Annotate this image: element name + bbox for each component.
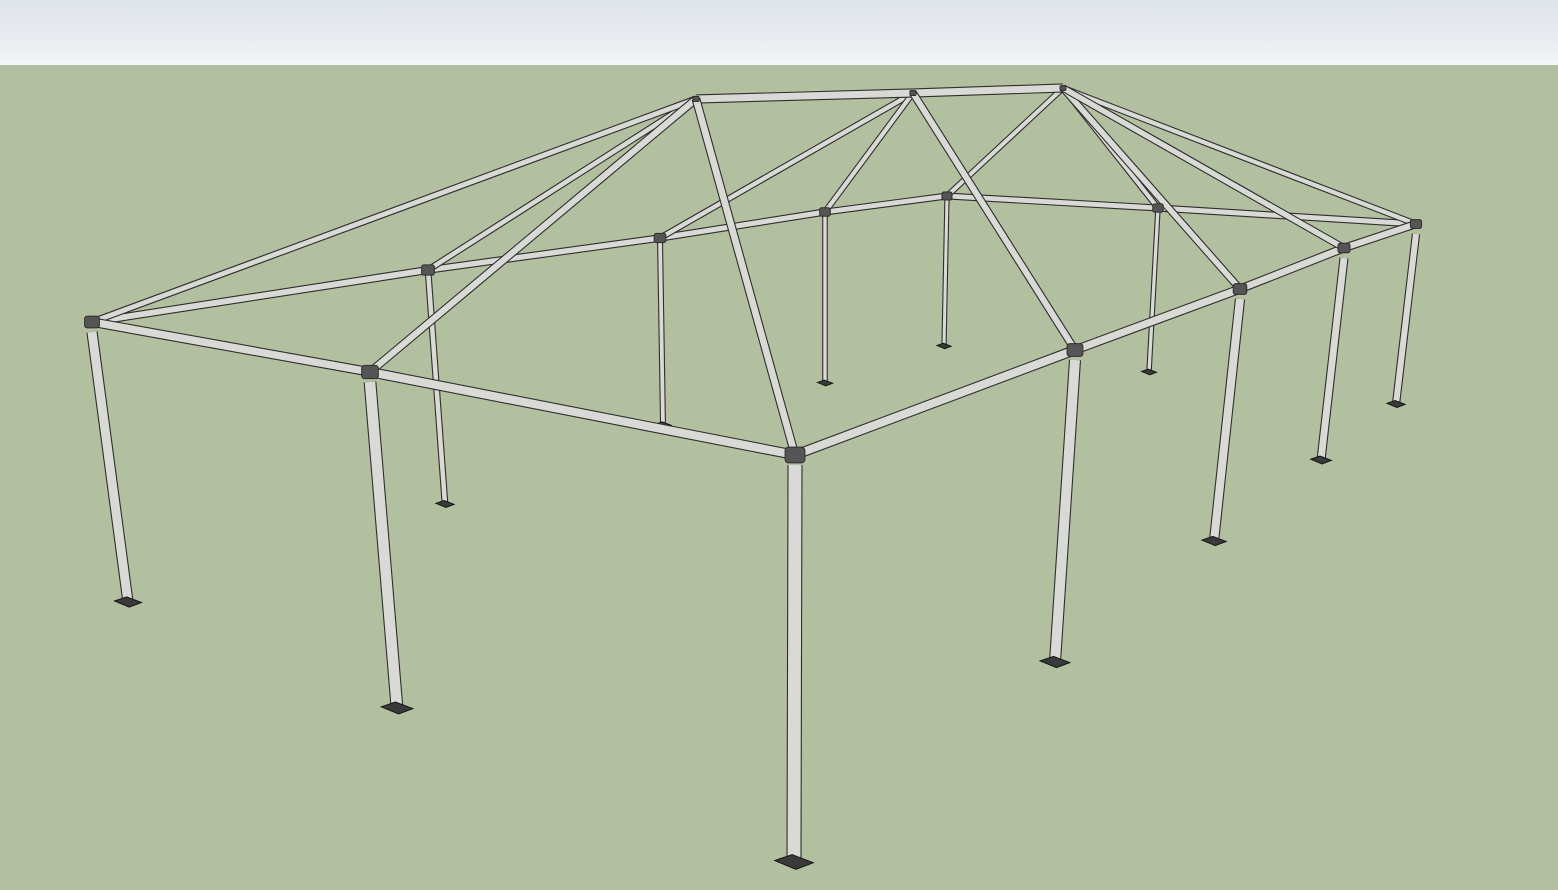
tent-frame-scene: [0, 0, 1558, 890]
side-pole-back-4: [941, 195, 950, 347]
fitting-e3: [819, 207, 831, 217]
fitting-rp2: [909, 90, 917, 96]
corner-pole-front: [786, 464, 803, 863]
fitting-rp3: [1059, 85, 1067, 91]
fitting-e2: [653, 232, 667, 244]
ridge-pipe-rp2-rp3: [912, 83, 1064, 98]
fitting-r2: [1232, 283, 1248, 295]
fitting-c0: [84, 315, 100, 329]
fitting-l1: [361, 364, 379, 380]
fitting-rp1: [692, 95, 700, 103]
3d-viewport[interactable]: [0, 0, 1558, 890]
fitting-c2: [1066, 343, 1084, 357]
fitting-r1: [1337, 242, 1351, 254]
fitting-e5: [1152, 203, 1164, 213]
side-pole-back-2: [657, 237, 666, 426]
fitting-f1: [784, 446, 806, 464]
fitting-e1: [421, 264, 435, 276]
fitting-e4: [941, 191, 953, 201]
sky: [0, 0, 1558, 66]
fitting-c1: [1409, 219, 1423, 229]
ridge-pipe-rp1-rp2: [695, 88, 914, 104]
